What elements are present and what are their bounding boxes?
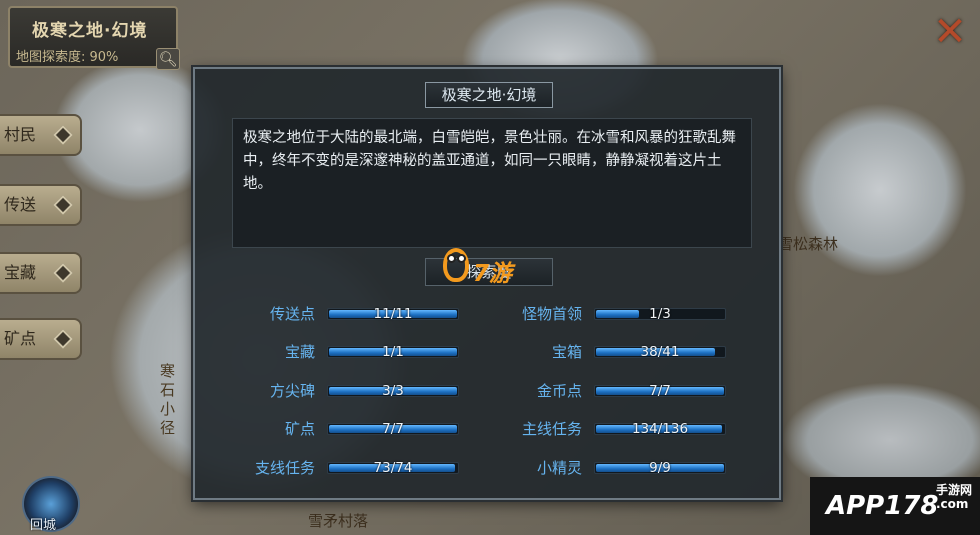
logo-eye-icon	[457, 254, 466, 263]
stat-label: 矿点	[284, 420, 315, 438]
stat-label: 怪物首领	[521, 305, 582, 323]
search-icon[interactable]: 🔍︎	[156, 48, 180, 70]
stat-value: 9/9	[649, 460, 671, 476]
diamond-icon	[53, 195, 73, 215]
stat-label: 宝藏	[284, 343, 315, 361]
stat-label: 小精灵	[536, 459, 582, 477]
diamond-icon	[53, 329, 73, 349]
region-description: 极寒之地位于大陆的最北端，白雪皑皑，景色壮丽。在冰雪和风暴的狂歌乱舞中，终年不变…	[232, 118, 752, 248]
map-name: 极寒之地·幻境	[32, 21, 148, 41]
diamond-icon	[53, 263, 73, 283]
stat-value: 11/11	[373, 306, 413, 322]
diamond-icon	[53, 125, 73, 145]
side-tab-label: 村民	[4, 125, 37, 144]
stat-label: 传送点	[269, 305, 315, 323]
return-town-label: 回城	[30, 518, 57, 533]
stat-value: 3/3	[382, 383, 404, 399]
stat-value: 134/136	[631, 421, 689, 437]
logo-ring-icon	[443, 248, 469, 282]
logo-eye-icon	[447, 254, 456, 263]
map-label-forest: 雪松森林	[778, 235, 839, 253]
stat-value: 7/7	[382, 421, 404, 437]
side-tab-mines[interactable]: 矿点	[0, 318, 82, 360]
region-info-dialog: 极寒之地·幻境 极寒之地位于大陆的最北端，白雪皑皑，景色壮丽。在冰雪和风暴的狂歌…	[193, 67, 781, 500]
stat-label: 支线任务	[254, 459, 315, 477]
stat-label: 金币点	[536, 382, 582, 400]
close-icon[interactable]: ✕	[930, 12, 970, 52]
logo-text: 7游	[473, 261, 513, 287]
watermark-sub: 手游网 .com	[935, 483, 972, 511]
stat-value: 73/74	[373, 460, 413, 476]
side-tab-treasure[interactable]: 宝藏	[0, 252, 82, 294]
side-tab-label: 宝藏	[4, 263, 37, 282]
stat-value: 1/1	[382, 344, 404, 360]
stat-label: 宝箱	[551, 343, 582, 361]
side-tab-teleport[interactable]: 传送	[0, 184, 82, 226]
side-tab-villagers[interactable]: 村民	[0, 114, 82, 156]
watermark-logo: 7游	[443, 246, 563, 287]
map-explore-rate: 地图探索度: 90%	[16, 50, 119, 65]
return-town-button[interactable]: 回城	[22, 476, 80, 533]
stat-value: 7/7	[649, 383, 671, 399]
side-tab-label: 矿点	[4, 329, 37, 348]
map-title-panel: 极寒之地·幻境 地图探索度: 90% 🔍︎	[8, 6, 180, 70]
site-watermark: APP178 手游网 .com	[810, 477, 980, 535]
stat-value: 1/3	[649, 306, 671, 322]
stat-label: 方尖碑	[269, 382, 315, 400]
stat-value: 38/41	[640, 344, 680, 360]
dialog-title: 极寒之地·幻境	[425, 82, 553, 108]
side-tab-label: 传送	[4, 195, 37, 214]
watermark-text: APP178	[826, 491, 939, 521]
stat-label: 主线任务	[521, 420, 582, 438]
map-label-village: 雪矛村落	[308, 512, 369, 530]
map-label-path: 寒石小径	[160, 362, 176, 437]
